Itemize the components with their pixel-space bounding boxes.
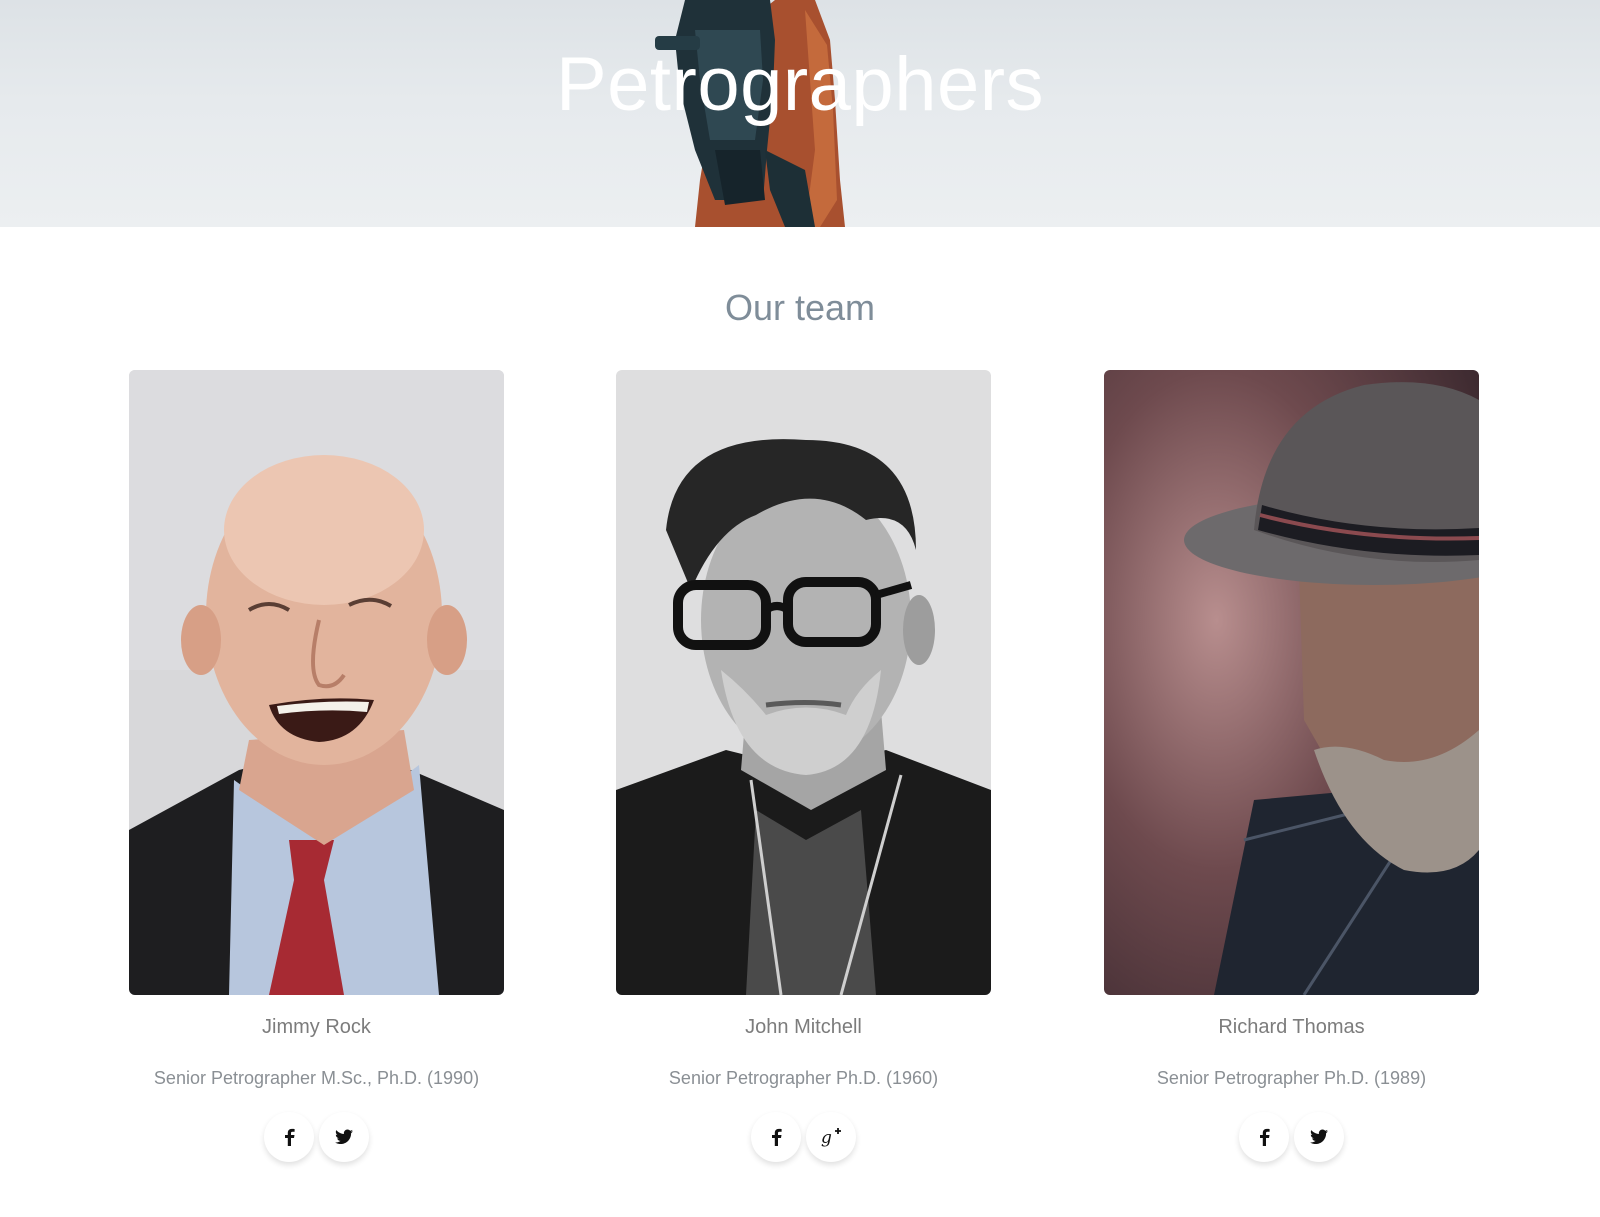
twitter-icon	[335, 1129, 353, 1145]
social-links	[129, 1112, 504, 1162]
member-role: Senior Petrographer Ph.D. (1960)	[668, 1068, 939, 1088]
member-name: Richard Thomas	[1218, 1016, 1365, 1038]
facebook-button[interactable]	[264, 1112, 314, 1162]
section-heading: Our team	[724, 287, 876, 328]
social-links: g	[616, 1112, 991, 1162]
team-member-card: Jimmy Rock Senior Petrographer M.Sc., Ph…	[129, 370, 504, 1162]
svg-text:g: g	[821, 1128, 832, 1147]
google-plus-icon: g	[821, 1128, 841, 1147]
member-name: John Mitchell	[745, 1016, 862, 1038]
twitter-button[interactable]	[319, 1112, 369, 1162]
social-links	[1104, 1112, 1479, 1162]
member-photo	[129, 370, 504, 995]
facebook-button[interactable]	[1239, 1112, 1289, 1162]
member-name: Jimmy Rock	[262, 1016, 371, 1038]
member-role: Senior Petrographer M.Sc., Ph.D. (1990)	[153, 1068, 480, 1088]
team-member-card: Richard Thomas Senior Petrographer Ph.D.…	[1104, 370, 1479, 1162]
facebook-icon	[1260, 1128, 1270, 1146]
member-photo	[1104, 370, 1479, 995]
twitter-button[interactable]	[1294, 1112, 1344, 1162]
facebook-icon	[772, 1128, 782, 1146]
member-photo	[616, 370, 991, 995]
member-role: Senior Petrographer Ph.D. (1989)	[1156, 1068, 1427, 1088]
facebook-icon	[285, 1128, 295, 1146]
google-plus-button[interactable]: g	[806, 1112, 856, 1162]
team-member-card: John Mitchell Senior Petrographer Ph.D. …	[616, 370, 991, 1162]
twitter-icon	[1310, 1129, 1328, 1145]
hero-banner: Petrographers	[0, 0, 1600, 227]
page-title: Petrographers	[555, 42, 1045, 127]
facebook-button[interactable]	[751, 1112, 801, 1162]
